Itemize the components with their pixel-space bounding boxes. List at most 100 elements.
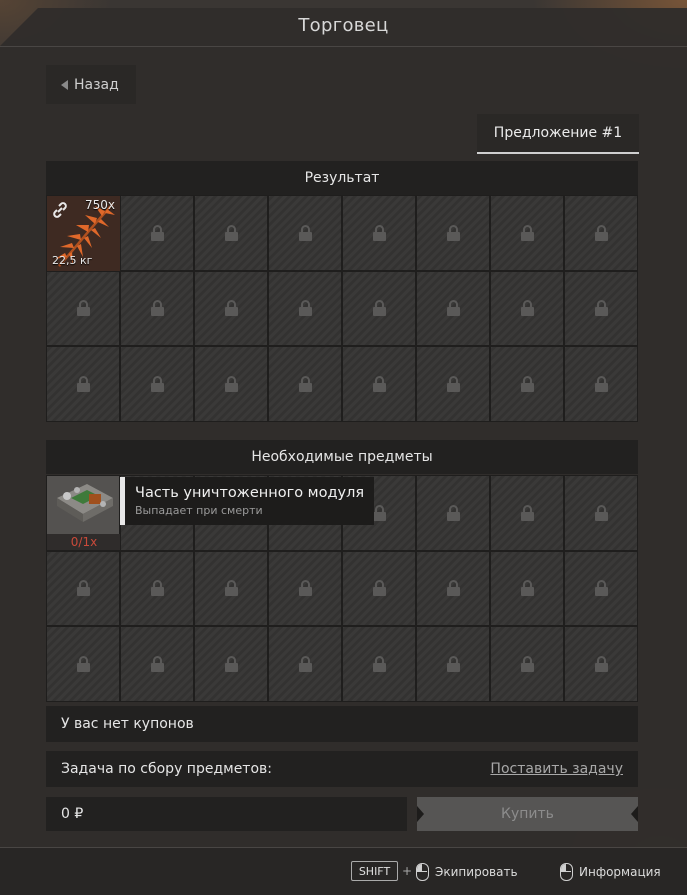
lock-icon — [520, 375, 534, 392]
locked-slot — [490, 550, 564, 627]
back-button-label: Назад — [74, 76, 119, 93]
info-hint: Информация — [579, 865, 661, 879]
module-icon — [57, 484, 113, 522]
locked-slot — [268, 346, 342, 422]
lock-icon — [520, 655, 534, 672]
locked-slot — [564, 550, 638, 627]
lock-icon — [594, 300, 608, 317]
lock-icon — [594, 580, 608, 597]
required-header-label: Необходимые предметы — [251, 449, 433, 465]
lock-icon — [446, 504, 460, 521]
lock-icon — [298, 375, 312, 392]
locked-slot — [416, 346, 490, 422]
locked-slot — [194, 195, 268, 271]
lock-icon — [594, 504, 608, 521]
buy-button[interactable]: Купить — [417, 797, 638, 831]
window-title: Торговец — [298, 15, 389, 36]
task-label: Задача по сбору предметов: — [61, 761, 272, 777]
locked-slot — [120, 195, 194, 271]
required-header: Необходимые предметы — [46, 440, 638, 474]
lock-icon — [372, 504, 386, 521]
lock-icon — [224, 655, 238, 672]
lock-icon — [594, 655, 608, 672]
locked-slot — [268, 270, 342, 347]
locked-slot — [416, 475, 490, 551]
equip-hint: Экипировать — [435, 865, 518, 879]
lock-icon — [594, 224, 608, 241]
lock-icon — [224, 580, 238, 597]
locked-slot — [194, 626, 268, 702]
lock-icon — [446, 580, 460, 597]
buy-right-notch — [631, 806, 638, 822]
back-arrow-icon — [61, 79, 68, 90]
plus-sign: + — [402, 864, 413, 878]
locked-slot — [46, 270, 120, 347]
buy-left-notch — [417, 806, 424, 822]
locked-slot — [342, 346, 416, 422]
locked-slot — [194, 346, 268, 422]
locked-slot — [120, 550, 194, 627]
locked-slot — [120, 270, 194, 347]
lock-icon — [76, 580, 90, 597]
locked-slot — [268, 626, 342, 702]
locked-slot — [564, 195, 638, 271]
lock-icon — [372, 655, 386, 672]
shift-key-hint: SHIFT — [351, 861, 398, 881]
locked-slot — [564, 270, 638, 347]
lock-icon — [76, 300, 90, 317]
result-header: Результат — [46, 161, 638, 195]
lock-icon — [150, 224, 164, 241]
result-item-weight: 22,5 кг — [52, 253, 93, 267]
result-item-quantity: 750x — [84, 198, 115, 212]
lock-icon — [224, 224, 238, 241]
lock-icon — [372, 300, 386, 317]
locked-slot — [194, 550, 268, 627]
lock-icon — [298, 655, 312, 672]
lock-icon — [446, 375, 460, 392]
mouse-left-click-icon — [416, 863, 429, 881]
lock-icon — [298, 580, 312, 597]
lock-icon — [298, 300, 312, 317]
locked-slot — [46, 346, 120, 422]
locked-slot — [490, 270, 564, 347]
locked-slot — [342, 270, 416, 347]
set-task-link[interactable]: Поставить задачу — [490, 761, 623, 777]
lock-icon — [150, 300, 164, 317]
locked-slot — [46, 626, 120, 702]
lock-icon — [446, 300, 460, 317]
required-item-slot[interactable]: 0/1x — [46, 475, 121, 551]
tab-offer-1[interactable]: Предложение #1 — [477, 114, 639, 154]
item-tooltip: Часть уничтоженного модуля Выпадает при … — [120, 477, 374, 525]
locked-slot — [490, 195, 564, 271]
locked-slot — [416, 626, 490, 702]
trader-window: Торговец Назад Предложение #1 Результат — [0, 8, 687, 895]
locked-slot — [490, 626, 564, 702]
locked-slot — [490, 475, 564, 551]
locked-slot — [268, 550, 342, 627]
lock-icon — [372, 580, 386, 597]
locked-slot — [268, 195, 342, 271]
result-item-slot[interactable]: 750x 22,5 кг — [46, 195, 121, 271]
locked-slot — [120, 626, 194, 702]
price-display: 0 ₽ — [46, 797, 407, 831]
result-grid: 750x 22,5 кг — [46, 195, 638, 422]
lock-icon — [150, 580, 164, 597]
task-bar: Задача по сбору предметов: Поставить зад… — [46, 751, 638, 787]
lock-icon — [76, 375, 90, 392]
lock-icon — [520, 300, 534, 317]
lock-icon — [224, 300, 238, 317]
lock-icon — [446, 655, 460, 672]
locked-slot — [342, 550, 416, 627]
lock-icon — [372, 224, 386, 241]
title-divider — [0, 46, 687, 47]
lock-icon — [520, 224, 534, 241]
tab-offer-1-label: Предложение #1 — [493, 125, 623, 141]
coupons-text: У вас нет купонов — [61, 716, 194, 732]
locked-slot — [564, 475, 638, 551]
link-icon — [53, 202, 67, 218]
back-button[interactable]: Назад — [46, 65, 136, 104]
tooltip-title: Часть уничтоженного модуля — [135, 485, 365, 501]
lock-icon — [520, 504, 534, 521]
lock-icon — [446, 224, 460, 241]
lock-icon — [372, 375, 386, 392]
